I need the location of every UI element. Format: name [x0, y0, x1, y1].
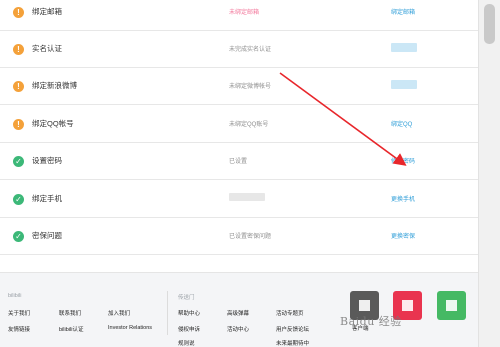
- row-label: 绑定新浪微博: [32, 81, 77, 90]
- bind-qq-link[interactable]: 绑定QQ: [391, 119, 412, 128]
- change-phone-link[interactable]: 更换手机: [391, 194, 415, 203]
- row-set-password: ✓ 设置密码 已设置 修改密码: [0, 143, 478, 180]
- footer-divider: [167, 291, 168, 335]
- footer-link-feedback[interactable]: 用户反馈论坛: [276, 325, 309, 333]
- footer-link-join[interactable]: 加入我们: [108, 309, 130, 317]
- row-bind-qq: ! 绑定QQ帐号 未绑定QQ账号 绑定QQ: [0, 106, 478, 143]
- check-icon: ✓: [13, 194, 24, 205]
- account-security-panel: ! 绑定邮箱 未绑定邮箱 绑定邮箱 ! 实名认证 未完成实名认证 ! 绑定新浪微…: [0, 0, 478, 272]
- blurred-action-link[interactable]: [391, 43, 417, 52]
- bind-email-link[interactable]: 绑定邮箱: [391, 7, 415, 16]
- check-icon: ✓: [13, 231, 24, 242]
- row-real-name: ! 实名认证 未完成实名认证: [0, 31, 478, 68]
- row-label: 绑定QQ帐号: [32, 119, 74, 128]
- row-bind-weibo: ! 绑定新浪微博 未绑定微博帐号: [0, 68, 478, 105]
- row-label: 绑定手机: [32, 194, 62, 203]
- row-security-question: ✓ 密保问题 已设置密保问题 更换密保: [0, 218, 478, 255]
- warning-icon: !: [13, 44, 24, 55]
- footer-link-appeal[interactable]: 侵权申诉: [178, 325, 200, 333]
- footer-link-topics[interactable]: 活动专题页: [276, 309, 304, 317]
- qr-code-icon[interactable]: [437, 291, 466, 320]
- footer-link-help[interactable]: 帮助中心: [178, 309, 200, 317]
- warning-icon: !: [13, 7, 24, 18]
- check-icon: ✓: [13, 156, 24, 167]
- watermark-logo: Baidu 经验: [340, 315, 402, 328]
- footer-link-upcoming[interactable]: 未来最期待中: [276, 339, 309, 347]
- row-label: 实名认证: [32, 44, 62, 53]
- blurred-phone-number: [229, 193, 265, 201]
- row-status: 已设置: [229, 159, 248, 165]
- row-label: 绑定邮箱: [32, 7, 62, 16]
- vertical-scrollbar[interactable]: [478, 0, 500, 347]
- footer-link-investor[interactable]: Investor Relations: [108, 325, 152, 331]
- change-security-question-link[interactable]: 更换密保: [391, 231, 415, 240]
- footer-link-danmaku[interactable]: 高级弹幕: [227, 309, 249, 317]
- footer-link-certification[interactable]: bilibili认证: [59, 325, 83, 333]
- row-status: 已设置密保问题: [229, 234, 272, 240]
- row-label: 密保问题: [32, 231, 62, 240]
- row-status: 未完成实名认证: [229, 47, 272, 53]
- row-bind-phone: ✓ 绑定手机 更换手机: [0, 181, 478, 218]
- row-status: 未绑定邮箱: [229, 10, 260, 16]
- row-status: 未绑定微博帐号: [229, 84, 272, 90]
- row-bind-email: ! 绑定邮箱 未绑定邮箱 绑定邮箱: [0, 0, 478, 31]
- footer-link-events[interactable]: 活动中心: [227, 325, 249, 333]
- warning-icon: !: [13, 119, 24, 130]
- footer-link-about[interactable]: 关于我们: [8, 309, 30, 317]
- warning-icon: !: [13, 81, 24, 92]
- change-password-link[interactable]: 修改密码: [391, 156, 415, 165]
- footer-link-rules[interactable]: 规则说: [178, 339, 195, 347]
- row-label: 设置密码: [32, 156, 62, 165]
- blurred-action-link[interactable]: [391, 80, 417, 89]
- footer-brand: bilibili: [8, 293, 22, 299]
- scrollbar-thumb[interactable]: [484, 4, 495, 44]
- row-status: 未绑定QQ账号: [229, 122, 269, 128]
- footer-portal-title: 传送门: [178, 295, 195, 301]
- footer-link-friends[interactable]: 友情链接: [8, 325, 30, 333]
- footer-link-contact[interactable]: 联系我们: [59, 309, 81, 317]
